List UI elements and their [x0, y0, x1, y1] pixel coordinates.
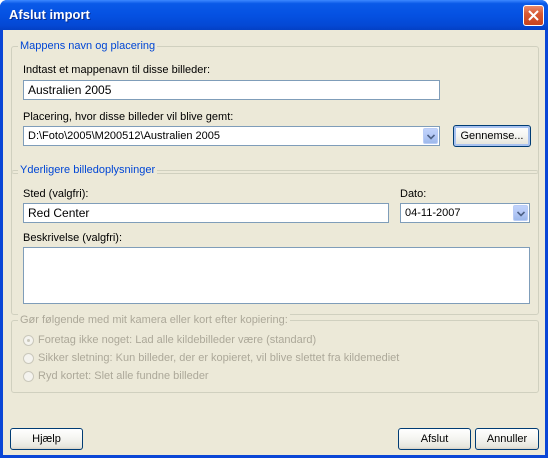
- description-label: Beskrivelse (valgfri):: [23, 232, 123, 244]
- radio-button[interactable]: [23, 371, 34, 382]
- card-options-group: Gør følgende med mit kamera eller kort e…: [11, 314, 539, 393]
- help-button-label: Hjælp: [32, 433, 61, 445]
- radio-label: Sikker sletning: Kun billeder, der er ko…: [38, 352, 400, 364]
- title-bar[interactable]: Afslut import: [0, 0, 548, 30]
- info-group-title: Yderligere billedoplysninger: [18, 164, 158, 176]
- date-picker[interactable]: 04-11-2007: [400, 203, 530, 223]
- place-label: Sted (valgfri):: [23, 188, 89, 200]
- place-input[interactable]: Red Center: [23, 203, 389, 223]
- radio-button-checked[interactable]: [23, 335, 34, 346]
- date-label: Dato:: [400, 188, 427, 200]
- window-title: Afslut import: [9, 7, 90, 22]
- location-combobox[interactable]: D:\Foto\2005\M200512\Australien 2005: [23, 126, 440, 146]
- cancel-button[interactable]: Annuller: [475, 428, 539, 450]
- location-value: D:\Foto\2005\M200512\Australien 2005: [28, 130, 221, 142]
- close-icon: [528, 10, 539, 21]
- folder-name-label: Indtast et mappenavn til disse billeder:: [23, 64, 211, 76]
- help-button[interactable]: Hjælp: [10, 428, 83, 450]
- info-group: Yderligere billedoplysninger Sted (valgf…: [11, 164, 539, 315]
- description-textarea[interactable]: [23, 247, 530, 304]
- location-dropdown-button[interactable]: [423, 128, 438, 144]
- browse-button[interactable]: Gennemse...: [453, 125, 531, 147]
- date-dropdown-button[interactable]: [513, 205, 528, 221]
- folder-group: Mappens navn og placering Indtast et map…: [11, 40, 539, 174]
- finish-button[interactable]: Afslut: [398, 428, 471, 450]
- folder-name-input[interactable]: Australien 2005: [23, 80, 440, 100]
- chevron-down-icon: [517, 211, 525, 217]
- folder-group-title: Mappens navn og placering: [18, 40, 158, 52]
- radio-button[interactable]: [23, 353, 34, 364]
- dialog-window: Afslut import Mappens navn og placering …: [0, 0, 548, 458]
- card-options-group-title: Gør følgende med mit kamera eller kort e…: [18, 314, 290, 326]
- location-label: Placering, hvor disse billeder vil blive…: [23, 111, 234, 123]
- date-value: 04-11-2007: [405, 207, 461, 219]
- close-button[interactable]: [523, 5, 544, 26]
- radio-label: Foretag ikke noget: Lad alle kildebilled…: [38, 334, 317, 346]
- dialog-client-area: Mappens navn og placering Indtast et map…: [3, 30, 545, 455]
- chevron-down-icon: [427, 134, 435, 140]
- radio-label: Ryd kortet: Slet alle fundne billeder: [38, 370, 209, 382]
